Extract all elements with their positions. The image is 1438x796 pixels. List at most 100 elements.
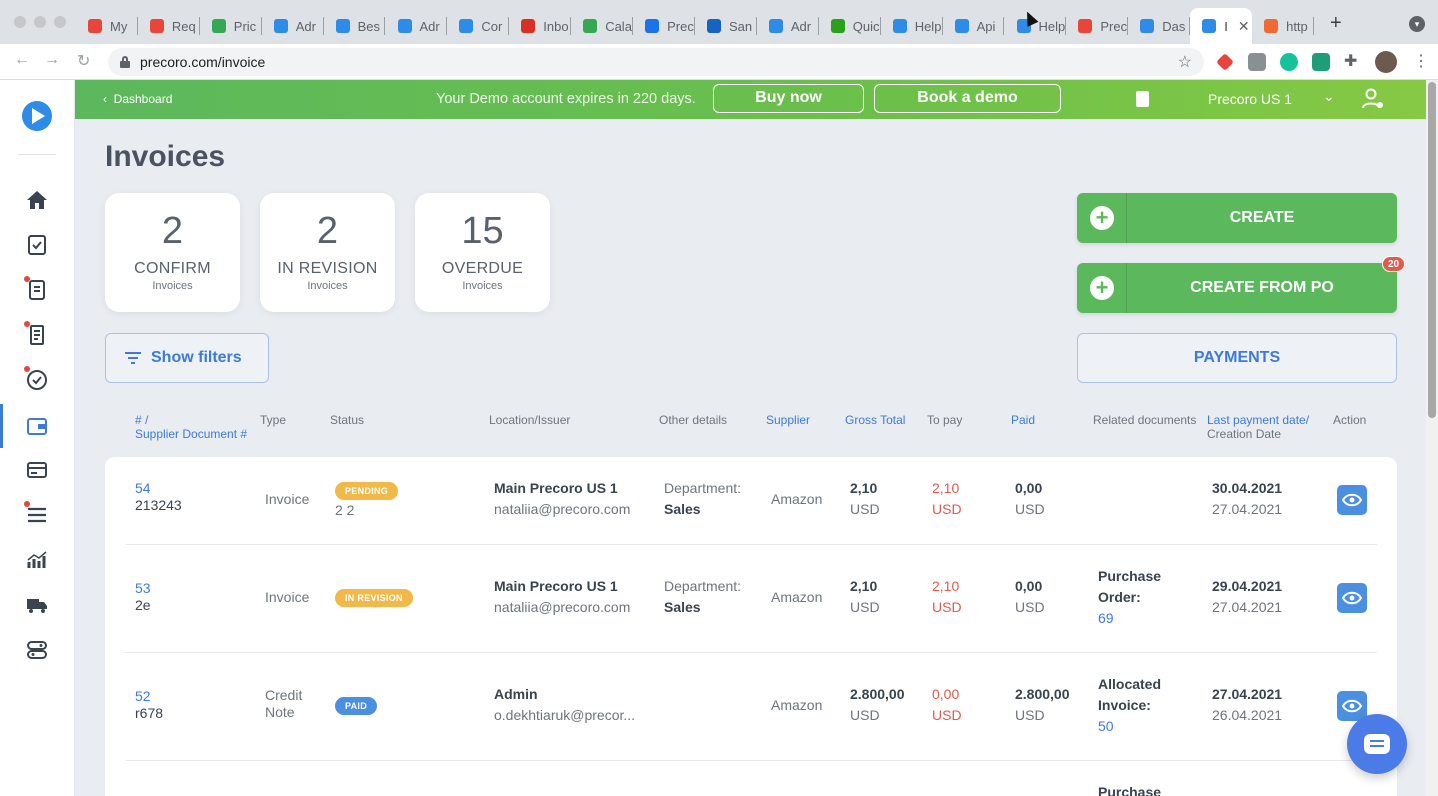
stat-label: CONFIRM — [134, 260, 211, 277]
gross-total: 2,10 — [850, 578, 878, 594]
grammarly-icon[interactable] — [1280, 53, 1298, 71]
home-icon[interactable] — [25, 188, 49, 212]
book-icon[interactable] — [1136, 91, 1149, 107]
book-demo-button[interactable]: Book a demo — [874, 84, 1061, 113]
location-name: Main Precoro US 1 — [494, 480, 618, 496]
invoice-number-link[interactable]: 52 — [135, 688, 151, 705]
window-zoom-button[interactable] — [54, 16, 66, 28]
company-selector[interactable]: Precoro US 1 — [1208, 91, 1292, 107]
payments-button[interactable]: PAYMENTS — [1077, 333, 1397, 383]
url-text: precoro.com/invoice — [140, 54, 266, 70]
list-icon[interactable] — [25, 503, 49, 527]
address-bar: ← → ↻ precoro.com/invoice ☆ ✚ ⋮ — [0, 44, 1438, 80]
view-invoice-button[interactable] — [1337, 583, 1367, 613]
browser-tab[interactable]: My — [76, 8, 138, 44]
browser-tab[interactable]: Adr — [262, 8, 324, 44]
browser-tab[interactable]: Api — [943, 8, 1005, 44]
browser-tab[interactable]: Das — [1128, 8, 1191, 44]
requisitions-icon[interactable] — [25, 233, 49, 257]
tab-favicon-icon — [397, 19, 412, 33]
browser-tab[interactable]: Prec — [1066, 8, 1129, 44]
page-scrollbar[interactable] — [1426, 80, 1438, 796]
reload-icon[interactable]: ↻ — [77, 51, 90, 71]
user-settings-icon[interactable] — [1361, 87, 1385, 111]
browser-tab[interactable]: Quic — [819, 8, 881, 44]
extension-icon-2[interactable] — [1248, 53, 1266, 71]
browser-tab[interactable]: Adr — [386, 8, 448, 44]
invoice-number-link[interactable]: 54 — [135, 480, 151, 497]
purchase-orders-icon[interactable] — [25, 278, 49, 302]
supplier-doc-number: 2e — [135, 597, 151, 613]
forward-arrow-icon[interactable]: → — [44, 51, 60, 69]
browser-menu-icon[interactable]: ⋮ — [1413, 51, 1429, 71]
profile-avatar[interactable] — [1375, 51, 1397, 73]
browser-tab[interactable]: Prec — [633, 8, 695, 44]
approvals-icon[interactable] — [25, 368, 49, 392]
column-header-number[interactable]: # / Supplier Document # — [135, 413, 247, 441]
stat-sub: Invoices — [307, 280, 348, 292]
bookmark-star-icon[interactable]: ☆ — [1178, 52, 1192, 72]
browser-tab[interactable]: Help — [1005, 8, 1067, 44]
buy-now-button[interactable]: Buy now — [713, 84, 864, 113]
tab-favicon-icon — [459, 19, 474, 33]
confirm-stat-card[interactable]: 2 CONFIRM Invoices — [105, 193, 240, 312]
invoices-icon[interactable] — [25, 414, 49, 438]
extension-icon-1[interactable] — [1216, 53, 1234, 71]
browser-tab[interactable]: San — [695, 8, 757, 44]
create-from-po-button[interactable]: + CREATE FROM PO — [1077, 263, 1397, 313]
tab-search-icon[interactable]: ▾ — [1409, 16, 1425, 32]
invoice-number-link[interactable]: 53 — [135, 580, 151, 597]
tab-label: San — [729, 18, 753, 34]
show-filters-button[interactable]: Show filters — [105, 333, 269, 383]
column-header-gross-total[interactable]: Gross Total — [845, 413, 905, 427]
notification-dot — [24, 501, 30, 507]
browser-tab[interactable]: Pric — [200, 8, 262, 44]
browser-tab[interactable]: Req — [138, 8, 200, 44]
browser-tab[interactable]: Help — [881, 8, 943, 44]
issuer-email: nataliia@precoro.com — [494, 501, 631, 517]
related-doc-link[interactable]: 50 — [1098, 716, 1114, 737]
tab-label: I — [1224, 18, 1228, 34]
new-tab-button[interactable]: + — [1330, 12, 1342, 35]
tab-close-icon[interactable]: ✕ — [1238, 18, 1250, 35]
create-from-po-badge: 20 — [1382, 256, 1405, 272]
browser-tab[interactable]: Cala — [571, 8, 634, 44]
create-button[interactable]: + CREATE — [1077, 193, 1397, 243]
related-doc-type: Purchase — [1098, 568, 1162, 584]
plus-circle-icon: + — [1090, 206, 1114, 230]
analytics-icon[interactable] — [25, 548, 49, 572]
view-invoice-button[interactable] — [1337, 485, 1367, 515]
related-doc-link[interactable]: 69 — [1098, 608, 1114, 629]
payments-icon[interactable] — [25, 458, 49, 482]
browser-tab[interactable]: Inbo — [509, 8, 572, 44]
settings-toggle-icon[interactable] — [25, 638, 49, 662]
supplier-name: Amazon — [771, 491, 823, 507]
extension-icon-4[interactable] — [1312, 53, 1330, 71]
chat-support-button[interactable] — [1347, 714, 1407, 774]
in-revision-stat-card[interactable]: 2 IN REVISION Invoices — [260, 193, 395, 312]
column-header-supplier[interactable]: Supplier — [766, 413, 810, 427]
browser-tab[interactable]: Adr — [757, 8, 819, 44]
url-field[interactable]: precoro.com/invoice ☆ — [108, 48, 1204, 76]
overdue-stat-card[interactable]: 15 OVERDUE Invoices — [415, 193, 550, 312]
scrollbar-thumb[interactable] — [1428, 82, 1436, 418]
column-header-last-payment[interactable]: Last payment date/ Creation Date — [1207, 413, 1309, 441]
paid-amount: 0,00 — [1015, 480, 1043, 496]
back-arrow-icon[interactable]: ← — [14, 51, 30, 69]
browser-tab[interactable]: I ✕ — [1190, 8, 1253, 44]
dashboard-back-link[interactable]: ‹ Dashboard — [103, 92, 172, 106]
precoro-logo[interactable] — [22, 101, 52, 131]
extensions-puzzle-icon[interactable]: ✚ — [1344, 53, 1362, 71]
tab-favicon-icon — [830, 19, 845, 33]
browser-tab[interactable]: http — [1252, 8, 1314, 44]
suppliers-truck-icon[interactable] — [25, 593, 49, 617]
paid-currency: USD — [1015, 599, 1045, 615]
browser-tab[interactable]: Bes — [324, 8, 386, 44]
receipts-icon[interactable] — [25, 323, 49, 347]
window-minimize-button[interactable] — [34, 16, 46, 28]
stat-sub: Invoices — [152, 280, 193, 292]
window-close-button[interactable] — [14, 16, 26, 28]
chevron-down-icon[interactable]: ⌄ — [1323, 88, 1335, 105]
browser-tab[interactable]: Cor — [447, 8, 510, 44]
column-header-paid[interactable]: Paid — [1011, 413, 1035, 427]
